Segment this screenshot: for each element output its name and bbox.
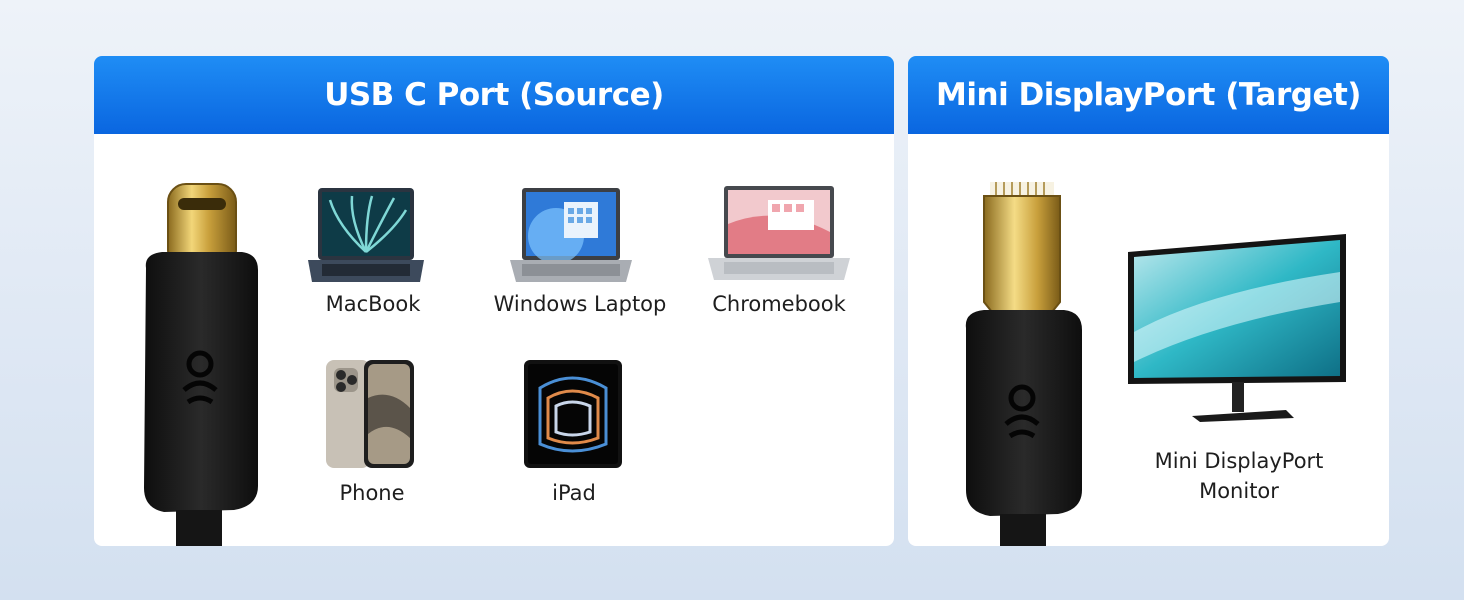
source-panel: USB C Port (Source) MacBook Windows Lapt… (94, 56, 894, 546)
device-label-monitor-line2: Monitor (1199, 479, 1279, 503)
chromebook-icon (708, 186, 850, 280)
target-panel: Mini DisplayPort (Target) Mini DisplayPo… (908, 56, 1389, 546)
usb-c-connector-icon (144, 183, 258, 546)
device-label-macbook: MacBook (325, 292, 421, 316)
device-label-monitor-line1: Mini DisplayPort (1154, 449, 1324, 473)
target-panel-title: Mini DisplayPort (Target) (908, 56, 1389, 134)
mini-displayport-connector-icon (965, 182, 1082, 546)
device-label-chromebook: Chromebook (712, 292, 846, 316)
device-label-windows-laptop: Windows Laptop (493, 292, 667, 316)
windows-laptop-icon (510, 188, 632, 282)
source-panel-title: USB C Port (Source) (94, 56, 894, 134)
monitor-icon (1128, 234, 1346, 422)
phone-icon (326, 360, 414, 468)
macbook-icon (308, 188, 424, 282)
ipad-icon (524, 360, 622, 468)
device-label-monitor: Mini DisplayPort Monitor (1122, 446, 1356, 506)
device-label-phone: Phone (339, 481, 405, 505)
device-label-ipad: iPad (552, 481, 596, 505)
